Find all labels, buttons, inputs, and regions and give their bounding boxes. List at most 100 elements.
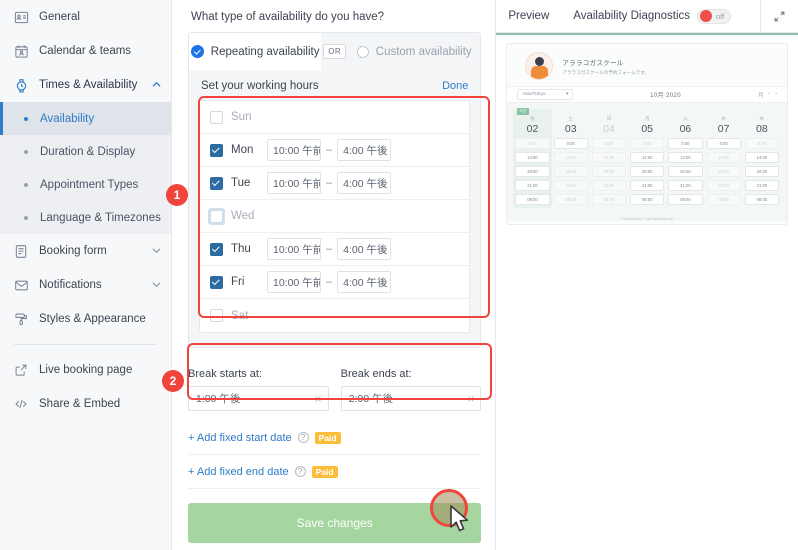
timezone-select[interactable]: Asia/Tokyo ▾ bbox=[517, 89, 574, 100]
end-time-thu[interactable]: 4:00 午後 bbox=[337, 238, 392, 260]
repeating-availability-option[interactable]: Repeating availability bbox=[189, 33, 322, 70]
tab-preview[interactable]: Preview bbox=[496, 0, 561, 32]
start-time-fri[interactable]: 10:00 午前 bbox=[267, 271, 321, 293]
preview-time-slot[interactable]: 0:00 bbox=[668, 138, 703, 149]
sidebar-item-share-embed[interactable]: Share & Embed bbox=[0, 387, 171, 421]
sidebar-item-appointment-types[interactable]: Appointment Types bbox=[0, 168, 171, 201]
preview-time-slot[interactable]: 08:00 bbox=[706, 194, 741, 205]
day-checkbox-sun[interactable] bbox=[210, 110, 223, 124]
preview-time-slot[interactable]: 0:00 bbox=[553, 138, 588, 149]
day-checkbox-wed[interactable] bbox=[210, 209, 223, 223]
clear-icon[interactable]: × bbox=[315, 392, 322, 406]
sidebar-item-language-timezones[interactable]: Language & Timezones bbox=[0, 201, 171, 234]
save-changes-button[interactable]: Save changes bbox=[188, 503, 482, 543]
preview-time-slot[interactable]: 21:00 bbox=[668, 180, 703, 191]
start-time-mon[interactable]: 10:00 午前 bbox=[267, 139, 321, 161]
preview-day-column: 日 04 0:00 14:00 20:00 21:00 08:00 bbox=[590, 109, 628, 208]
preview-time-slot[interactable]: 0:00 bbox=[515, 138, 550, 149]
preview-time-slot[interactable]: 14:00 bbox=[630, 152, 665, 163]
add-fixed-start-date-row[interactable]: + Add fixed start date ? Paid bbox=[188, 421, 482, 455]
preview-time-slot[interactable]: 0:00 bbox=[744, 138, 779, 149]
preview-time-slot[interactable]: 20:00 bbox=[744, 166, 779, 177]
day-checkbox-thu[interactable] bbox=[210, 242, 223, 256]
preview-time-slot[interactable]: 0:00 bbox=[591, 138, 627, 149]
preview-time-slot[interactable]: 21:00 bbox=[630, 180, 665, 191]
day-checkbox-mon[interactable] bbox=[210, 143, 223, 157]
sidebar-item-general[interactable]: General bbox=[0, 0, 171, 34]
preview-time-slot[interactable]: 14:00 bbox=[553, 152, 588, 163]
preview-day-column: 火 06 0:00 14:00 20:00 21:00 08:00 bbox=[666, 109, 704, 208]
sidebar-item-times-availability[interactable]: Times & Availability bbox=[0, 68, 171, 102]
table-row: Thu 10:00 午前 – 4:00 午後 bbox=[200, 233, 470, 266]
annotation-marker-2: 2 bbox=[162, 370, 184, 392]
start-time-tue[interactable]: 10:00 午前 bbox=[267, 172, 321, 194]
preview-time-slot[interactable]: 21:00 bbox=[744, 180, 779, 191]
booking-page-preview: アララコガスクール アララコガスクールの予約フォームです。 Asia/Tokyo… bbox=[506, 43, 789, 225]
preview-time-slot[interactable]: 0:00 bbox=[706, 138, 741, 149]
preview-time-slot[interactable]: 14:00 bbox=[591, 152, 627, 163]
preview-time-slot[interactable]: 08:00 bbox=[630, 194, 665, 205]
prev-button[interactable]: ‹ bbox=[768, 91, 770, 99]
expand-icon[interactable] bbox=[760, 0, 798, 32]
preview-time-slot[interactable]: 08:00 bbox=[744, 194, 779, 205]
sidebar-item-label: Live booking page bbox=[39, 364, 133, 376]
preview-time-slot[interactable]: 14:00 bbox=[744, 152, 779, 163]
sidebar-item-styles-appearance[interactable]: Styles & Appearance bbox=[0, 302, 171, 336]
preview-time-slot[interactable]: 21:00 bbox=[706, 180, 741, 191]
id-card-icon bbox=[12, 8, 30, 26]
preview-time-slot[interactable]: 20:00 bbox=[630, 166, 665, 177]
done-button[interactable]: Done bbox=[442, 80, 468, 92]
main-content: What type of availability do you have? R… bbox=[172, 0, 496, 550]
preview-title: アララコガスクール bbox=[562, 59, 624, 67]
tab-availability-diagnostics[interactable]: Availability Diagnostics off bbox=[561, 0, 739, 32]
sidebar-subitem-label: Availability bbox=[40, 112, 95, 125]
preview-time-slot[interactable]: 14:00 bbox=[668, 152, 703, 163]
preview-time-slot[interactable]: 21:00 bbox=[515, 180, 550, 191]
end-time-mon[interactable]: 4:00 午後 bbox=[337, 139, 392, 161]
end-time-fri[interactable]: 4:00 午後 bbox=[337, 271, 392, 293]
preview-time-slot[interactable]: 21:00 bbox=[591, 180, 627, 191]
preview-time-slot[interactable]: 08:00 bbox=[591, 194, 627, 205]
sidebar-item-availability[interactable]: Availability bbox=[0, 102, 171, 135]
preview-time-slot[interactable]: 08:00 bbox=[553, 194, 588, 205]
view-mode-label[interactable]: 月 bbox=[758, 91, 764, 99]
sidebar-item-notifications[interactable]: Notifications bbox=[0, 268, 171, 302]
day-checkbox-tue[interactable] bbox=[210, 176, 223, 190]
preview-time-slot[interactable]: 08:00 bbox=[668, 194, 703, 205]
preview-time-slot[interactable]: 20:00 bbox=[591, 166, 627, 177]
help-icon[interactable]: ? bbox=[294, 466, 306, 477]
start-time-thu[interactable]: 10:00 午前 bbox=[267, 238, 321, 260]
watch-icon bbox=[12, 76, 30, 94]
sidebar-item-calendar-teams[interactable]: Calendar & teams bbox=[0, 34, 171, 68]
clear-icon[interactable]: × bbox=[467, 392, 474, 406]
sidebar-item-live-booking-page[interactable]: Live booking page bbox=[0, 353, 171, 387]
diagnostics-toggle[interactable]: off bbox=[697, 8, 732, 24]
help-icon[interactable]: ? bbox=[297, 432, 309, 443]
break-start-input[interactable]: 1:00 午後 × bbox=[188, 386, 329, 411]
sidebar-divider bbox=[14, 344, 157, 345]
toggle-label: off bbox=[716, 11, 725, 21]
break-end-input[interactable]: 2:00 午後 × bbox=[340, 386, 482, 411]
day-checkbox-fri[interactable] bbox=[210, 275, 223, 289]
sidebar-item-booking-form[interactable]: Booking form bbox=[0, 234, 171, 268]
preview-time-slot[interactable]: 21:00 bbox=[553, 180, 588, 191]
preview-time-slot[interactable]: 14:00 bbox=[515, 152, 550, 163]
next-button[interactable]: › bbox=[775, 91, 777, 99]
table-row: Wed bbox=[200, 200, 470, 233]
preview-header: アララコガスクール アララコガスクールの予約フォームです。 bbox=[507, 44, 787, 86]
preview-time-slot[interactable]: 0:00 bbox=[630, 138, 665, 149]
preview-time-slot[interactable]: 08:00 bbox=[515, 194, 550, 205]
preview-time-slot[interactable]: 20:00 bbox=[668, 166, 703, 177]
end-time-tue[interactable]: 4:00 午後 bbox=[337, 172, 392, 194]
break-section: Break starts at: 1:00 午後 × Break ends at… bbox=[188, 368, 482, 411]
sidebar-item-duration-display[interactable]: Duration & Display bbox=[0, 135, 171, 168]
preview-time-slot[interactable]: 14:00 bbox=[706, 152, 741, 163]
add-fixed-end-date-row[interactable]: + Add fixed end date ? Paid bbox=[188, 455, 482, 489]
day-checkbox-sat[interactable] bbox=[210, 309, 223, 322]
preview-calendar-grid: 今日金 02 0:00 14:00 20:00 21:00 08:00 土 03 0:00 14:0… bbox=[507, 103, 788, 208]
custom-availability-option[interactable]: Custom availability bbox=[348, 33, 481, 70]
preview-time-slot[interactable]: 20:00 bbox=[553, 166, 588, 177]
preview-time-slot[interactable]: 20:00 bbox=[706, 166, 741, 177]
preview-time-slot[interactable]: 20:00 bbox=[515, 166, 550, 177]
working-hours-title: Set your working hours bbox=[201, 80, 319, 92]
